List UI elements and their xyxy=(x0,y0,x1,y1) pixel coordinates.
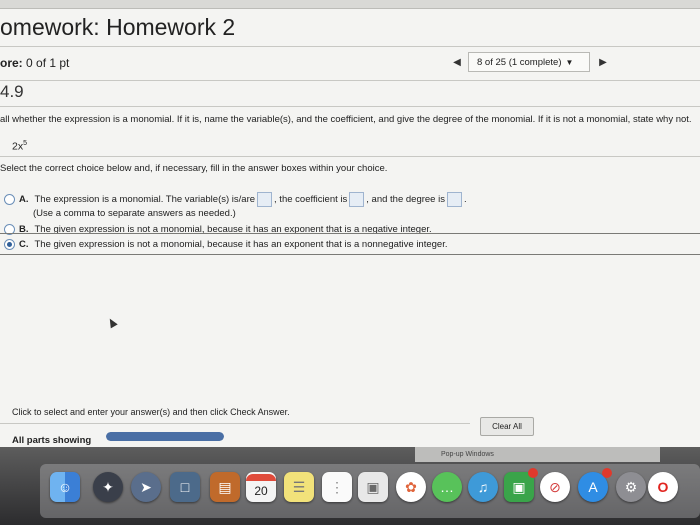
question-number: 4.9 xyxy=(0,82,24,101)
next-question-icon[interactable]: ▶ xyxy=(596,55,610,71)
finder-icon[interactable]: ☺ xyxy=(50,472,80,502)
facetime-icon[interactable]: ▣ xyxy=(504,468,538,502)
score-line: ore: 0 of 1 pt xyxy=(0,56,69,70)
parts-progress-fill xyxy=(106,432,224,441)
header-divider xyxy=(0,46,700,47)
popup-windows-bar[interactable]: Pop-up Windows xyxy=(415,447,660,462)
choice-a-letter: A. xyxy=(19,194,29,206)
choice-a-radio[interactable] xyxy=(4,194,15,205)
question-navigation: ◀ 8 of 25 (1 complete) ▼ ▶ xyxy=(446,52,616,74)
score-value: 0 of 1 pt xyxy=(26,56,70,70)
expression-exponent: 5 xyxy=(23,140,27,147)
news-icon[interactable]: ⊘ xyxy=(540,472,570,502)
score-divider xyxy=(0,80,700,81)
score-label: ore: xyxy=(0,56,23,70)
choice-a-text-3: , and the degree is xyxy=(366,194,445,206)
preview-icon[interactable]: □ xyxy=(170,472,200,502)
choice-a-note: (Use a comma to separate answers as need… xyxy=(33,208,236,219)
parts-progress-bar xyxy=(106,432,224,441)
calendar-header xyxy=(246,473,276,481)
expression-base: 2x xyxy=(12,140,24,153)
rocket-icon[interactable]: ➤ xyxy=(131,472,161,502)
launchpad-icon[interactable]: ✦ xyxy=(93,472,123,502)
notification-badge xyxy=(528,468,538,478)
books-icon[interactable]: ▤ xyxy=(210,472,240,502)
notes-icon[interactable]: ☰ xyxy=(284,472,314,502)
coefficient-answer-box[interactable] xyxy=(349,192,365,207)
question-selector-dropdown[interactable]: 8 of 25 (1 complete) ▼ xyxy=(468,52,590,72)
footer-instruction: Click to select and enter your answer(s)… xyxy=(12,407,290,417)
browser-top-strip xyxy=(0,0,700,9)
mouse-cursor-icon xyxy=(106,316,118,329)
select-instruction: Select the correct choice below and, if … xyxy=(0,163,388,174)
dropdown-caret-icon: ▼ xyxy=(565,58,574,67)
degree-answer-box[interactable] xyxy=(446,192,462,207)
parts-showing-label: All parts showing xyxy=(12,435,92,446)
reminders-icon[interactable]: ⋮ xyxy=(322,472,352,502)
choice-a[interactable]: A. The expression is a monomial. The vari… xyxy=(4,192,467,207)
calendar-icon[interactable]: 20 xyxy=(246,472,276,502)
app-store-icon[interactable]: A xyxy=(578,468,612,502)
choice-c[interactable]: C. The given expression is not a monomial… xyxy=(4,239,448,250)
choice-a-text-1: The expression is a monomial. The variab… xyxy=(34,194,256,206)
question-number-divider xyxy=(0,106,700,107)
photos-flower-icon[interactable]: ✿ xyxy=(396,472,426,502)
homework-title: omework: Homework 2 xyxy=(0,14,236,40)
variable-answer-box[interactable] xyxy=(257,192,273,207)
choice-c-letter: C. xyxy=(19,239,29,251)
choice-a-text-4: . xyxy=(463,194,467,206)
opera-icon[interactable]: O xyxy=(648,472,678,502)
calendar-day: 20 xyxy=(254,483,268,498)
choice-c-radio-selected[interactable] xyxy=(4,239,15,250)
system-preferences-icon[interactable]: ⚙ xyxy=(616,472,646,502)
expression: 2x5 xyxy=(12,140,27,153)
itunes-icon[interactable]: ♫ xyxy=(468,472,498,502)
app-store-badge xyxy=(602,468,612,478)
question-instruction: all whether the expression is a monomial… xyxy=(0,114,692,125)
question-progress-text: 8 of 25 (1 complete) xyxy=(477,57,562,68)
clear-all-button[interactable]: Clear All xyxy=(480,417,534,436)
photos-icon[interactable]: ▣ xyxy=(358,472,388,502)
choice-c-text: The given expression is not a monomial, … xyxy=(34,239,448,251)
previous-question-icon[interactable]: ◀ xyxy=(450,55,464,71)
footer-divider xyxy=(0,423,470,424)
choice-a-text-2: , the coefficient is xyxy=(274,194,348,206)
expression-divider xyxy=(0,156,700,157)
messages-icon[interactable]: … xyxy=(432,472,462,502)
